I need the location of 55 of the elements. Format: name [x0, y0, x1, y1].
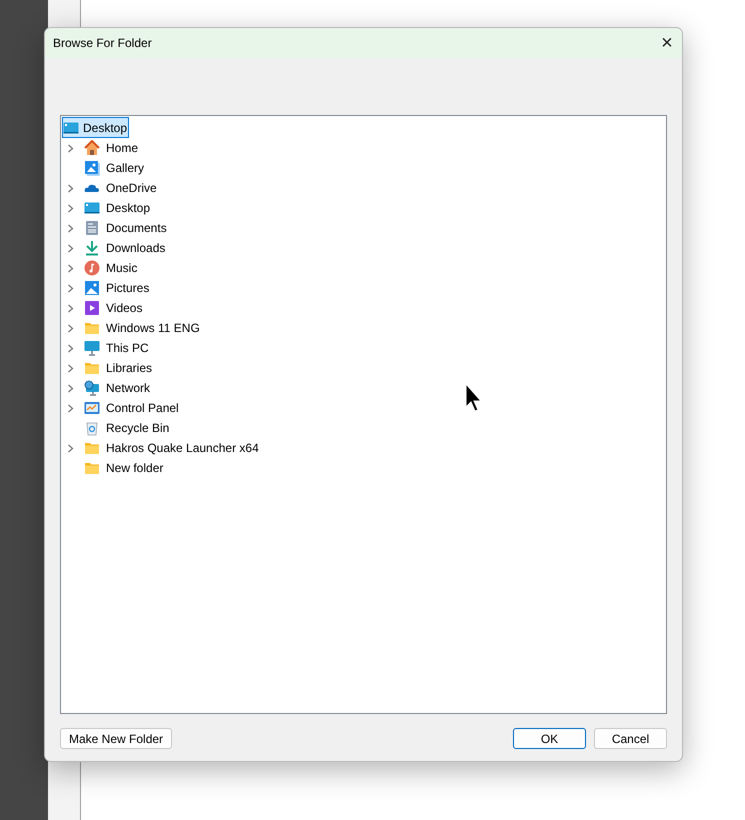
- gallery-icon: [84, 160, 100, 176]
- desktop-icon: [63, 120, 79, 136]
- tree-item[interactable]: Windows 11 ENG: [103, 319, 203, 337]
- tree-item[interactable]: OneDrive: [103, 179, 160, 197]
- expand-chevron-icon[interactable]: [66, 224, 75, 232]
- tree-item[interactable]: Videos: [103, 299, 146, 317]
- tree-item[interactable]: Home: [103, 139, 142, 157]
- tree-item[interactable]: Control Panel: [103, 399, 182, 417]
- tree-item[interactable]: Downloads: [103, 239, 168, 257]
- tree-item[interactable]: Recycle Bin: [103, 419, 172, 437]
- tree-item[interactable]: This PC: [103, 339, 152, 357]
- control-panel-icon: [84, 400, 100, 416]
- video-icon: [84, 300, 100, 316]
- expand-chevron-icon[interactable]: [66, 264, 75, 272]
- expand-chevron-icon[interactable]: [66, 364, 75, 372]
- folder-icon: [84, 440, 100, 456]
- home-icon: [84, 140, 100, 156]
- dialog-button[interactable]: OK: [513, 728, 586, 749]
- tree-item[interactable]: Hakros Quake Launcher x64: [103, 439, 262, 457]
- expand-chevron-icon[interactable]: [66, 324, 75, 332]
- tree-item[interactable]: New folder: [103, 459, 166, 477]
- expand-chevron-icon[interactable]: [66, 204, 75, 212]
- download-icon: [84, 240, 100, 256]
- expand-chevron-icon[interactable]: [66, 184, 75, 192]
- expand-chevron-icon[interactable]: [66, 144, 75, 152]
- picture-icon: [84, 280, 100, 296]
- document-icon: [84, 220, 100, 236]
- tree-item[interactable]: Gallery: [103, 159, 148, 177]
- expand-chevron-icon[interactable]: [66, 444, 75, 452]
- make-new-folder-button[interactable]: Make New Folder: [60, 728, 172, 749]
- tree-item[interactable]: Desktop: [103, 199, 154, 217]
- folder-icon: [84, 460, 100, 476]
- expand-chevron-icon[interactable]: [66, 344, 75, 352]
- dialog-button[interactable]: Cancel: [594, 728, 667, 749]
- recycle-bin-icon: [84, 420, 100, 436]
- tree-item[interactable]: Desktop: [62, 117, 130, 138]
- mouse-pointer-icon: [465, 383, 483, 413]
- tree-item[interactable]: Pictures: [103, 279, 152, 297]
- desktop-icon: [84, 200, 100, 216]
- tree-item[interactable]: Music: [103, 259, 140, 277]
- expand-chevron-icon[interactable]: [66, 404, 75, 412]
- expand-chevron-icon[interactable]: [66, 284, 75, 292]
- window-title: Browse For Folder: [53, 36, 152, 50]
- tree-item[interactable]: Documents: [103, 219, 170, 237]
- tree-item[interactable]: Network: [103, 379, 154, 397]
- expand-chevron-icon[interactable]: [66, 304, 75, 312]
- folder-icon: [84, 360, 100, 376]
- expand-chevron-icon[interactable]: [66, 244, 75, 252]
- expand-chevron-icon[interactable]: [66, 384, 75, 392]
- music-note-icon: [84, 260, 100, 276]
- monitor-icon: [84, 340, 100, 356]
- network-icon: [84, 380, 100, 396]
- folder-icon: [84, 320, 100, 336]
- close-button[interactable]: ×: [652, 28, 682, 58]
- tree-item[interactable]: Libraries: [103, 359, 156, 377]
